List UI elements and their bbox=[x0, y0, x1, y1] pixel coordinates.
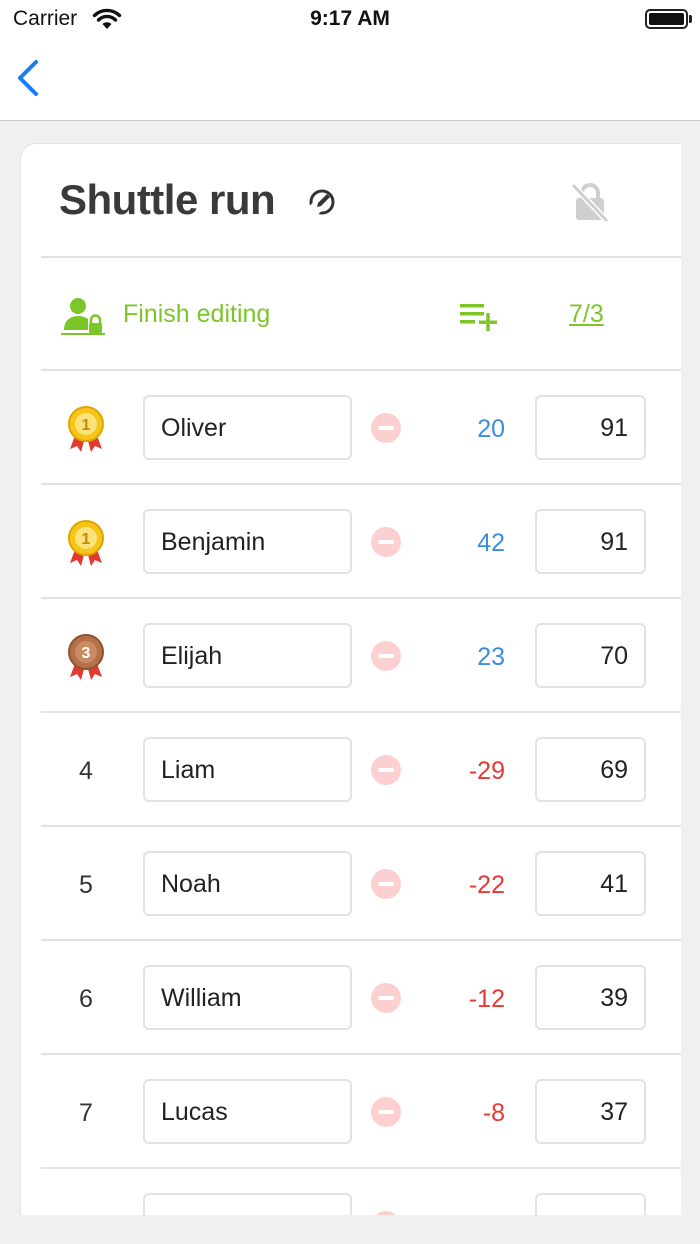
battery-cap bbox=[689, 15, 692, 23]
score-difference: -22 bbox=[468, 871, 505, 899]
result-row: 7 Lucas -8 37 bbox=[21, 1055, 681, 1169]
score-input[interactable]: 41 bbox=[535, 851, 646, 916]
score-difference: 42 bbox=[477, 529, 505, 557]
name-input[interactable]: Noah bbox=[143, 851, 352, 916]
back-button[interactable] bbox=[10, 56, 50, 100]
remove-row-button[interactable] bbox=[371, 1097, 401, 1127]
user-lock-icon[interactable] bbox=[61, 296, 107, 336]
participant-count-link[interactable]: 7/3 bbox=[569, 300, 604, 329]
header-divider bbox=[41, 256, 681, 258]
remove-row-button[interactable] bbox=[371, 641, 401, 671]
name-input[interactable]: Oliver bbox=[143, 395, 352, 460]
score-input[interactable]: 69 bbox=[535, 737, 646, 802]
result-row: 1 Benjamin 42 91 bbox=[21, 485, 681, 599]
svg-text:1: 1 bbox=[82, 417, 91, 434]
result-row: 4 Liam -29 69 bbox=[21, 713, 681, 827]
leaderboard-card: Shuttle run Finish editing 7/3 1 Oliver 20… bbox=[20, 143, 681, 1215]
rank-number: 5 bbox=[79, 871, 93, 899]
score-input[interactable]: 37 bbox=[535, 1079, 646, 1144]
score-difference: -8 bbox=[482, 1099, 505, 1127]
score-difference: -12 bbox=[468, 985, 505, 1013]
clock: 9:17 AM bbox=[310, 7, 390, 30]
rank-number: 7 bbox=[79, 1099, 93, 1127]
remove-row-button[interactable] bbox=[371, 869, 401, 899]
result-row: 1 Oliver 20 91 bbox=[21, 371, 681, 485]
rank-number: 8 bbox=[69, 1213, 103, 1215]
score-input[interactable]: 91 bbox=[535, 509, 646, 574]
result-row: 8 bbox=[21, 1169, 681, 1215]
page-title: Shuttle run bbox=[59, 176, 276, 223]
name-input[interactable]: Liam bbox=[143, 737, 352, 802]
gold-medal-icon: 1 bbox=[65, 519, 107, 567]
result-row: 3 Elijah 23 70 bbox=[21, 599, 681, 713]
results-list: 1 Oliver 20 91 1 Benjamin 42 91 3 Elijah 23 70 4 Liam… bbox=[21, 371, 681, 1215]
rank-number: 4 bbox=[79, 757, 93, 785]
bronze-medal-icon: 3 bbox=[65, 633, 107, 681]
name-input[interactable]: William bbox=[143, 965, 352, 1030]
score-difference: 20 bbox=[477, 415, 505, 443]
playlist-add-icon[interactable] bbox=[458, 300, 500, 332]
navigation-bar bbox=[0, 40, 700, 121]
rank-number: 6 bbox=[79, 985, 93, 1013]
remove-row-button[interactable] bbox=[371, 527, 401, 557]
battery-icon bbox=[645, 9, 688, 29]
name-input[interactable]: Benjamin bbox=[143, 509, 352, 574]
score-input[interactable]: 91 bbox=[535, 395, 646, 460]
name-input[interactable] bbox=[143, 1193, 352, 1215]
score-input[interactable]: 39 bbox=[535, 965, 646, 1030]
remove-row-button[interactable] bbox=[371, 755, 401, 785]
score-difference: 23 bbox=[477, 643, 505, 671]
remove-row-button[interactable] bbox=[371, 983, 401, 1013]
svg-text:1: 1 bbox=[82, 531, 91, 548]
score-difference: -29 bbox=[468, 757, 505, 785]
status-bar: Carrier 9:17 AM bbox=[0, 0, 700, 40]
name-input[interactable]: Elijah bbox=[143, 623, 352, 688]
svg-text:3: 3 bbox=[82, 645, 91, 662]
name-input[interactable]: Lucas bbox=[143, 1079, 352, 1144]
score-input[interactable] bbox=[535, 1193, 646, 1215]
remove-row-button[interactable] bbox=[371, 413, 401, 443]
result-row: 6 William -12 39 bbox=[21, 941, 681, 1055]
finish-editing-button[interactable]: Finish editing bbox=[123, 300, 270, 329]
edit-title-icon[interactable] bbox=[307, 187, 337, 217]
remove-row-button[interactable] bbox=[371, 1211, 401, 1215]
result-row: 5 Noah -22 41 bbox=[21, 827, 681, 941]
lock-off-icon[interactable] bbox=[568, 180, 612, 224]
score-input[interactable]: 70 bbox=[535, 623, 646, 688]
gold-medal-icon: 1 bbox=[65, 405, 107, 453]
